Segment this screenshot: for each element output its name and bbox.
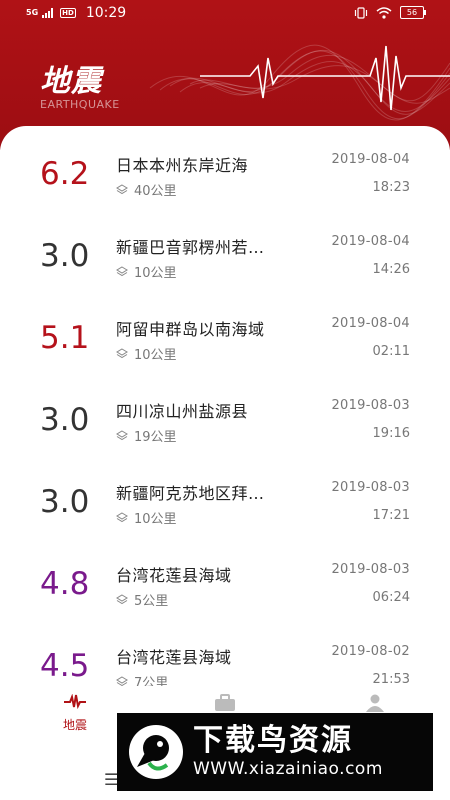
briefcase-icon <box>215 694 235 711</box>
date: 2019-08-03 <box>331 562 410 577</box>
time: 18:23 <box>372 180 410 195</box>
date: 2019-08-04 <box>331 234 410 249</box>
person-icon <box>366 694 384 712</box>
battery-icon: 56 <box>400 6 426 19</box>
status-bar: 5G HD 10:29 56 <box>0 0 450 28</box>
status-right: 56 <box>354 6 426 19</box>
layers-icon <box>116 265 128 276</box>
list-item[interactable]: 3.0 四川凉山州盐源县 19公里 2019-08-03 19:16 <box>0 380 450 462</box>
depth-value: 10公里 <box>134 266 177 281</box>
depth-info: 10公里 <box>116 344 177 363</box>
list-item[interactable]: 3.0 新疆巴音郭楞州若… 10公里 2019-08-04 14:26 <box>0 216 450 298</box>
magnitude: 4.5 <box>40 648 90 684</box>
layers-icon <box>116 593 128 604</box>
location: 新疆巴音郭楞州若… <box>116 238 265 257</box>
magnitude: 3.0 <box>40 238 90 274</box>
list-item[interactable]: 5.1 阿留申群岛以南海域 10公里 2019-08-04 02:11 <box>0 298 450 380</box>
page-subtitle: EARTHQUAKE <box>40 98 120 111</box>
time: 19:16 <box>372 426 410 441</box>
depth-info: 19公里 <box>116 426 177 445</box>
depth-info: 10公里 <box>116 508 177 527</box>
seismic-wave-icon <box>64 693 86 710</box>
magnitude: 5.1 <box>40 320 90 356</box>
date: 2019-08-04 <box>331 152 410 167</box>
watermark-banner: 下载鸟资源 WWW.xiazainiao.com <box>117 713 433 791</box>
list-item[interactable]: 6.2 日本本州东岸近海 40公里 2019-08-04 18:23 <box>0 134 450 216</box>
date: 2019-08-02 <box>331 644 410 659</box>
watermark-title: 下载鸟资源 <box>193 723 353 758</box>
depth-info: 40公里 <box>116 180 177 199</box>
magnitude: 6.2 <box>40 156 90 192</box>
location: 四川凉山州盐源县 <box>116 402 249 421</box>
bird-logo-icon <box>129 725 183 779</box>
layers-icon <box>116 511 128 522</box>
list-item[interactable]: 4.8 台湾花莲县海域 5公里 2019-08-03 06:24 <box>0 544 450 626</box>
magnitude: 4.8 <box>40 566 90 602</box>
time: 21:53 <box>372 672 410 686</box>
depth-value: 7公里 <box>134 676 169 686</box>
time: 14:26 <box>372 262 410 277</box>
magnitude: 3.0 <box>40 484 90 520</box>
depth-value: 10公里 <box>134 348 177 363</box>
page-title: 地震 <box>40 64 102 99</box>
list-item[interactable]: 3.0 新疆阿克苏地区拜… 10公里 2019-08-03 17:21 <box>0 462 450 544</box>
layers-icon <box>116 675 128 686</box>
time: 17:21 <box>372 508 410 523</box>
depth-info: 7公里 <box>116 672 168 686</box>
time: 02:11 <box>372 344 410 359</box>
depth-value: 40公里 <box>134 184 177 199</box>
depth-info: 10公里 <box>116 262 177 281</box>
hd-badge: HD <box>60 8 76 18</box>
status-left: 5G HD 10:29 <box>26 5 126 21</box>
location: 台湾花莲县海域 <box>116 566 232 585</box>
time: 06:24 <box>372 590 410 605</box>
network-type: 5G <box>26 8 39 17</box>
tab-earthquake[interactable]: 地震 <box>30 693 120 733</box>
location: 日本本州东岸近海 <box>116 156 249 175</box>
cell-signal-icon <box>42 8 54 18</box>
location: 新疆阿克苏地区拜… <box>116 484 265 503</box>
list-item[interactable]: 4.5 台湾花莲县海域 7公里 2019-08-02 21:53 <box>0 626 450 686</box>
depth-info: 5公里 <box>116 590 168 609</box>
earthquake-list: 6.2 日本本州东岸近海 40公里 2019-08-04 18:23 3.0 新… <box>0 126 450 686</box>
depth-value: 19公里 <box>134 430 177 445</box>
date: 2019-08-03 <box>331 480 410 495</box>
layers-icon <box>116 183 128 194</box>
layers-icon <box>116 347 128 358</box>
magnitude: 3.0 <box>40 402 90 438</box>
watermark-url: WWW.xiazainiao.com <box>193 759 383 779</box>
tab-earthquake-label: 地震 <box>62 718 87 732</box>
depth-value: 10公里 <box>134 512 177 527</box>
layers-icon <box>116 429 128 440</box>
vibrate-icon <box>354 6 368 19</box>
location: 台湾花莲县海域 <box>116 648 232 667</box>
location: 阿留申群岛以南海域 <box>116 320 265 339</box>
wifi-icon <box>376 6 392 19</box>
date: 2019-08-03 <box>331 398 410 413</box>
status-time: 10:29 <box>85 5 127 21</box>
date: 2019-08-04 <box>331 316 410 331</box>
depth-value: 5公里 <box>134 594 169 609</box>
